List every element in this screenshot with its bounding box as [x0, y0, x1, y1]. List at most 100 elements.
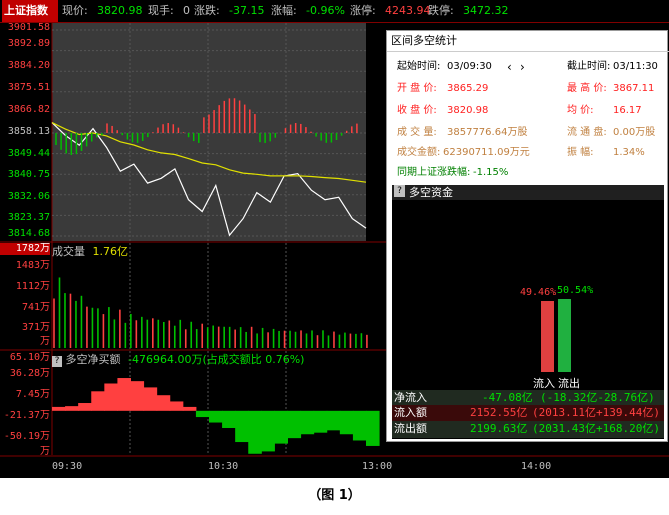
high-label: 最 高 价: [567, 83, 607, 94]
inflow-bar-label: 流入 [533, 377, 555, 390]
fund-area-bar [52, 406, 66, 411]
avg-label: 均 价: [567, 105, 594, 116]
open-value: 3865.29 [447, 83, 489, 94]
fund-area-bar [104, 383, 118, 411]
volume-tick: 1112万 [15, 281, 50, 292]
amount-value: 62390711.09万元 [443, 147, 530, 158]
volume-label: 成交量 [52, 245, 85, 258]
volume-tick: 741万 [21, 302, 50, 313]
fund-area-bar [287, 410, 302, 439]
outflow-pct: 50.54% [557, 285, 594, 296]
end-time-label: 截止时间: [567, 61, 611, 72]
net-inflow-detail: (-18.32亿-28.76亿) [540, 391, 655, 404]
net-inflow-label: 净流入 [394, 391, 427, 404]
volume-value: 1.76亿 [92, 245, 129, 258]
inflow-amount-value: 2152.55亿 [470, 406, 528, 419]
inflow-amount-detail: (2013.11亿+139.44亿) [532, 406, 660, 419]
rise-value: -1.15% [473, 167, 509, 178]
vol-value: 3857776.64万股 [447, 127, 528, 138]
fund-tick: -50.19万 [3, 431, 50, 442]
high-value: 3867.11 [613, 83, 655, 94]
price-tick: 3866.82 [7, 104, 50, 115]
end-time-value[interactable]: 03/11:30 [613, 59, 658, 75]
fund-area-bar [156, 395, 171, 411]
fund-tick: 65.10万 [9, 352, 50, 363]
outflow-bar [558, 299, 571, 372]
rise-label: 同期上证涨跌幅: [397, 167, 471, 178]
fund-area-bar [182, 406, 197, 411]
outflow-amount-label: 流出额 [394, 422, 427, 435]
start-time-value[interactable]: 03/09:30 [447, 59, 492, 75]
price-tick: 3884.20 [7, 60, 50, 71]
outflow-amount-detail: (2031.43亿+168.20亿) [532, 422, 660, 435]
net-inflow-value: -47.08亿 [482, 391, 533, 404]
fund-area-bar [261, 410, 275, 452]
fund-tick: 7.45万 [15, 389, 50, 400]
fund-area-bar [313, 410, 328, 433]
price-tick: 3840.75 [7, 169, 50, 180]
outflow-bar-label: 流出 [558, 377, 580, 390]
time-tick: 13:00 [362, 461, 393, 472]
vol-label: 成 交 量: [397, 127, 437, 138]
open-label: 开 盘 价: [397, 83, 437, 94]
close-value: 3820.98 [447, 105, 489, 116]
volume-axis-top: 1782万 [0, 243, 50, 255]
fund-area-bar [248, 410, 262, 454]
amp-label: 振 幅: [567, 147, 594, 158]
price-tick: 3849.44 [7, 148, 50, 159]
fund-area-bar [274, 410, 288, 444]
inflow-bar [541, 301, 554, 372]
float-value: 0.00万股 [613, 127, 656, 138]
avg-value: 16.17 [613, 105, 642, 116]
price-tick: 3875.51 [7, 82, 50, 93]
price-tick: 3832.06 [7, 191, 50, 202]
time-tick: 10:30 [208, 461, 239, 472]
next-icon[interactable]: › [520, 59, 525, 75]
fund-area-bar [366, 410, 380, 446]
fund-tick: 36.28万 [9, 368, 50, 379]
fund-tick: -21.37万 [3, 410, 50, 421]
fund-area-bar [235, 410, 249, 443]
fund-area-bar [130, 381, 145, 411]
prev-icon[interactable]: ‹ [507, 59, 512, 75]
fund-tick: 万 [40, 446, 50, 457]
help-icon[interactable]: ? [52, 356, 62, 367]
fund-area-bar [300, 410, 315, 435]
amp-value: 1.34% [613, 147, 645, 158]
price-tick: 3814.68 [7, 228, 50, 239]
fund-area-bar [352, 410, 367, 441]
time-tick: 09:30 [52, 461, 83, 472]
fund-value: -476964.00万(占成交额比 0.76%) [128, 353, 305, 366]
volume-tick: 1483万 [15, 260, 50, 271]
figure-caption: （图 1） [308, 488, 361, 503]
fund-area-bar [195, 410, 210, 418]
range-stats-title: 区间多空统计 [387, 31, 669, 52]
price-tick: 3858.13 [7, 126, 50, 137]
fund-area-bar [209, 410, 223, 423]
price-tick: 3823.37 [7, 212, 50, 223]
price-tick: 3901.58 [7, 22, 50, 33]
start-time-label: 起始时间: [397, 61, 441, 72]
time-tick: 14:00 [521, 461, 552, 472]
fund-area-bar [326, 410, 341, 431]
volume-title: 成交量 1.76亿 [52, 245, 128, 258]
fund-area-bar [169, 401, 184, 411]
amount-label: 成交金额: [397, 147, 441, 158]
price-tick: 3892.89 [7, 38, 50, 49]
stock-terminal: 上证指数 现价: 3820.98 现手: 0 涨跌: -37.15 涨幅: -0… [0, 0, 669, 478]
float-label: 流 通 盘: [567, 127, 607, 138]
volume-tick: 万 [40, 336, 50, 347]
fund-area-bar [65, 406, 79, 411]
inflow-pct: 49.46% [520, 287, 557, 298]
fund-area-bar [91, 391, 105, 411]
outflow-amount-value: 2199.63亿 [470, 422, 528, 435]
close-label: 收 盘 价: [397, 105, 437, 116]
fund-area-bar [339, 410, 354, 435]
inflow-amount-label: 流入额 [394, 406, 427, 419]
fund-label: 多空净买额 [65, 353, 121, 366]
fund-area-bar [78, 403, 92, 411]
volume-tick: 371万 [21, 322, 50, 333]
fund-area-bar [117, 378, 131, 411]
fund-area-bar [143, 387, 158, 411]
fund-title: ? 多空净买额 -476964.00万(占成交额比 0.76%) [52, 353, 304, 367]
